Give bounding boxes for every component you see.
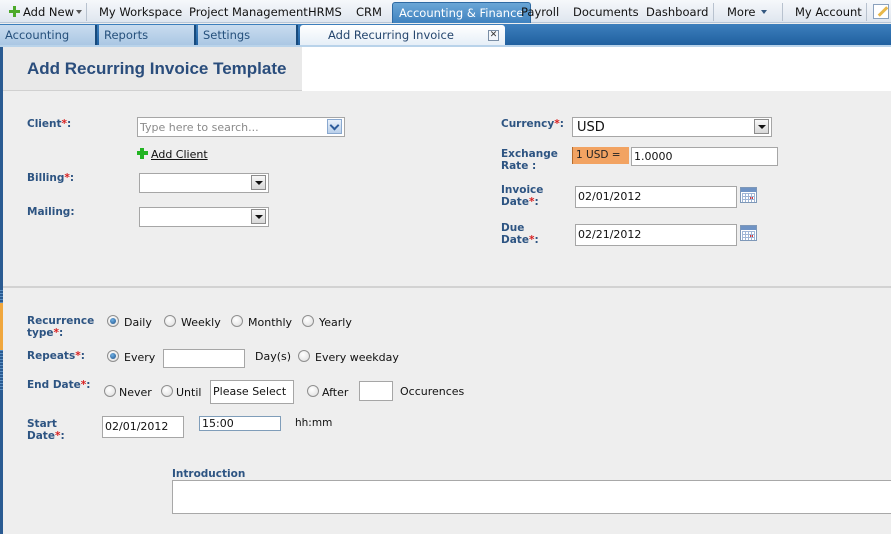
start-time-input[interactable]: 15:00 (199, 416, 281, 431)
repeats-label: Repeats*: (27, 350, 85, 362)
nav-crm[interactable]: CRM (356, 0, 382, 23)
top-navigation: Add New My Workspace Project Management … (0, 0, 891, 23)
left-edge-bar (0, 47, 3, 534)
after-label: After (322, 386, 349, 399)
sub-tab-bar: Accounting Reports Settings Add Recurrin… (0, 24, 891, 63)
nav-more[interactable]: More (727, 0, 767, 23)
daily-label: Daily (124, 316, 152, 329)
calendar-icon[interactable] (740, 225, 757, 241)
tab-settings[interactable]: Settings (198, 25, 298, 46)
introduction-textarea[interactable] (172, 480, 891, 514)
add-new-label: Add New (23, 5, 75, 19)
until-date-input[interactable]: Please Select (210, 380, 294, 404)
radio-every-weekday[interactable] (298, 350, 310, 362)
radio-never[interactable] (104, 385, 116, 397)
nav-accounting-finance[interactable]: Accounting & Finance (392, 2, 531, 23)
add-new-menu[interactable]: Add New (9, 0, 83, 23)
nav-hrms[interactable]: HRMS (308, 0, 342, 23)
nav-my-account[interactable]: My Account (795, 0, 862, 23)
tab-accounting[interactable]: Accounting (0, 25, 97, 46)
every-weekday-label: Every weekday (315, 351, 399, 364)
nav-project-management[interactable]: Project Management (189, 0, 308, 23)
chevron-down-icon (76, 10, 83, 14)
start-date-input[interactable]: 02/01/2012 (102, 416, 184, 438)
monthly-label: Monthly (248, 316, 293, 329)
due-date-input[interactable]: 02/21/2012 (575, 224, 737, 246)
nav-separator (86, 3, 87, 21)
section-divider (3, 286, 891, 288)
billing-select[interactable] (139, 173, 269, 193)
more-label: More (727, 5, 756, 19)
edit-pencil-icon[interactable] (873, 4, 889, 19)
currency-label: Currency*: (501, 118, 564, 130)
exchange-rate-input[interactable]: 1.0000 (631, 147, 778, 166)
nav-dashboard[interactable]: Dashboard (646, 0, 708, 23)
occurrences-input[interactable] (359, 381, 393, 401)
every-label: Every (124, 351, 156, 364)
nav-payroll[interactable]: Payroll (521, 0, 559, 23)
weekly-label: Weekly (181, 316, 221, 329)
end-date-label: End Date*: (27, 379, 91, 391)
radio-monthly[interactable] (231, 315, 243, 327)
calendar-icon[interactable] (740, 187, 757, 203)
radio-after[interactable] (307, 385, 319, 397)
tab-reports[interactable]: Reports (99, 25, 196, 46)
plus-icon (9, 6, 20, 17)
radio-every[interactable] (107, 350, 119, 362)
radio-until[interactable] (161, 385, 173, 397)
chevron-down-icon[interactable] (327, 119, 342, 134)
nav-my-workspace[interactable]: My Workspace (99, 0, 182, 23)
invoice-date-label: Invoice Date*: (501, 184, 544, 208)
radio-weekly[interactable] (164, 315, 176, 327)
collapse-handle[interactable] (0, 303, 3, 350)
radio-daily[interactable] (107, 315, 119, 327)
radio-yearly[interactable] (302, 315, 314, 327)
chevron-down-icon[interactable] (754, 119, 769, 134)
occurrences-label: Occurences (400, 385, 465, 398)
mailing-select[interactable] (139, 207, 269, 227)
recurrence-type-label: Recurrence type*: (27, 315, 95, 339)
chevron-down-icon[interactable] (251, 175, 266, 190)
days-unit-label: Day(s) (255, 350, 292, 363)
introduction-label: Introduction (172, 468, 246, 480)
nav-separator (713, 3, 714, 21)
client-search-input[interactable]: Type here to search... (137, 117, 345, 137)
currency-select[interactable]: USD (572, 117, 772, 137)
chevron-down-icon[interactable] (251, 209, 266, 224)
plus-icon (137, 148, 148, 159)
never-label: Never (119, 386, 152, 399)
due-date-label: Due Date*: (501, 222, 539, 246)
client-placeholder: Type here to search... (140, 121, 259, 134)
until-label: Until (176, 386, 202, 399)
mailing-label: Mailing: (27, 206, 75, 218)
exchange-rate-label: Exchange Rate : (501, 148, 558, 172)
start-date-label: Start Date*: (27, 418, 65, 442)
currency-value: USD (577, 120, 605, 135)
nav-separator (782, 3, 783, 21)
exchange-rate-prefix: 1 USD = (572, 147, 629, 164)
page-title: Add Recurring Invoice Template (27, 59, 287, 78)
close-icon[interactable]: ✕ (488, 30, 499, 41)
invoice-date-input[interactable]: 02/01/2012 (575, 186, 737, 208)
tab-add-recurring-invoice-template[interactable]: Add Recurring Invoice Template ✕ (300, 25, 505, 63)
nav-separator (866, 3, 867, 21)
nav-documents[interactable]: Documents (573, 0, 639, 23)
chevron-down-icon (760, 10, 767, 14)
repeat-interval-input[interactable] (163, 349, 245, 368)
client-label: Client*: (27, 118, 72, 130)
add-client-link[interactable]: Add Client (151, 148, 208, 161)
time-format-hint: hh:mm (295, 417, 333, 429)
billing-label: Billing*: (27, 172, 75, 184)
yearly-label: Yearly (319, 316, 352, 329)
